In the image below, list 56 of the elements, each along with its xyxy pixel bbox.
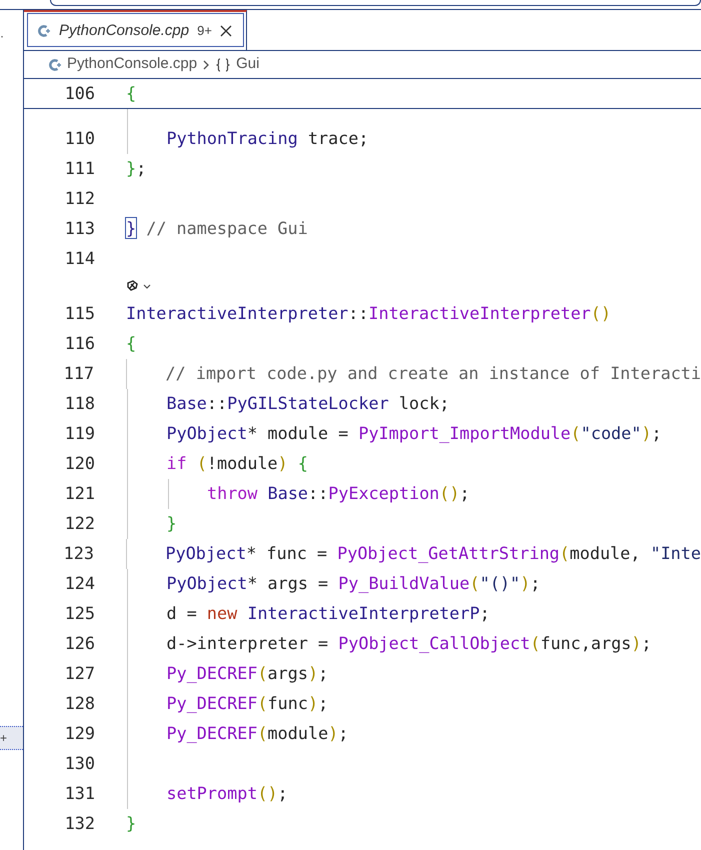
breadcrumb-item[interactable]: Gui [236,53,260,76]
code-line: } [166,513,177,534]
cpp-file-icon [37,24,51,38]
line-number: 110 [64,127,95,150]
problem-count: 9+ [197,22,212,40]
code-line: d = new InteractiveInterpreterP; [166,603,490,624]
code-line: PyObject* args = Py_BuildValue("()"); [166,573,540,594]
code-line: } [126,813,136,834]
code-line: } // namespace Gui [126,218,308,238]
breadcrumb-item[interactable]: PythonConsole.cpp [67,53,198,76]
line-number: 106 [64,82,95,106]
code-line: PyObject* func = PyObject_GetAttrString(module, "Inte [165,543,701,564]
line-number: 131 [64,782,95,806]
sidebar-item[interactable]: + [0,726,23,750]
chevron-right-icon [202,58,210,70]
line-number: 112 [64,187,95,210]
line-number: 130 [64,752,95,776]
line-number: 114 [64,247,95,270]
line-number: 128 [64,692,95,716]
code-line: setPrompt(); [166,783,288,804]
code-line: { [126,83,136,104]
line-number: 118 [64,392,95,416]
line-number: 127 [64,662,95,686]
line-number: 123 [62,542,94,566]
code-line: Base::PyGILStateLocker lock; [166,393,450,414]
code-line: // import code.py and create an instance of Interacti [166,363,701,384]
code-line: Py_DECREF(module); [166,723,348,744]
line-number: 115 [64,302,95,326]
code-line: InteractiveInterpreter::InteractiveInterpreter() [126,303,611,324]
line-number: 111 [64,157,95,180]
line-number: 119 [64,422,95,446]
cpp-file-icon [48,58,62,72]
code-line: throw Base::PyException(); [207,483,470,504]
line-number: 129 [64,722,95,746]
editor-tab[interactable]: PythonConsole.cpp 9+ [24,10,247,50]
code-line: PythonTracing trace; [166,128,369,148]
line-number: 126 [64,632,95,656]
line-number: 125 [64,602,95,626]
close-icon[interactable] [220,25,232,37]
line-number: 121 [64,482,95,506]
line-number: 117 [62,362,94,386]
sidebar-item[interactable]: · [0,24,23,48]
code-line: Py_DECREF(func); [166,693,328,714]
code-line: d->interpreter = PyObject_CallObject(func,args); [166,633,652,654]
line-number: 122 [64,512,95,536]
code-line: if (!module) { [166,453,308,474]
braces-icon [215,58,232,72]
line-number: 124 [64,572,95,596]
code-line: }; [126,158,146,178]
line-number: 116 [64,332,95,356]
line-number: 113 [64,217,95,240]
line-number: 132 [64,812,95,836]
code-line: { [126,333,136,354]
code-line: PyObject* module = PyImport_ImportModule("code"); [166,423,662,444]
line-number: 120 [64,452,95,476]
code-line: Py_DECREF(args); [166,663,328,684]
